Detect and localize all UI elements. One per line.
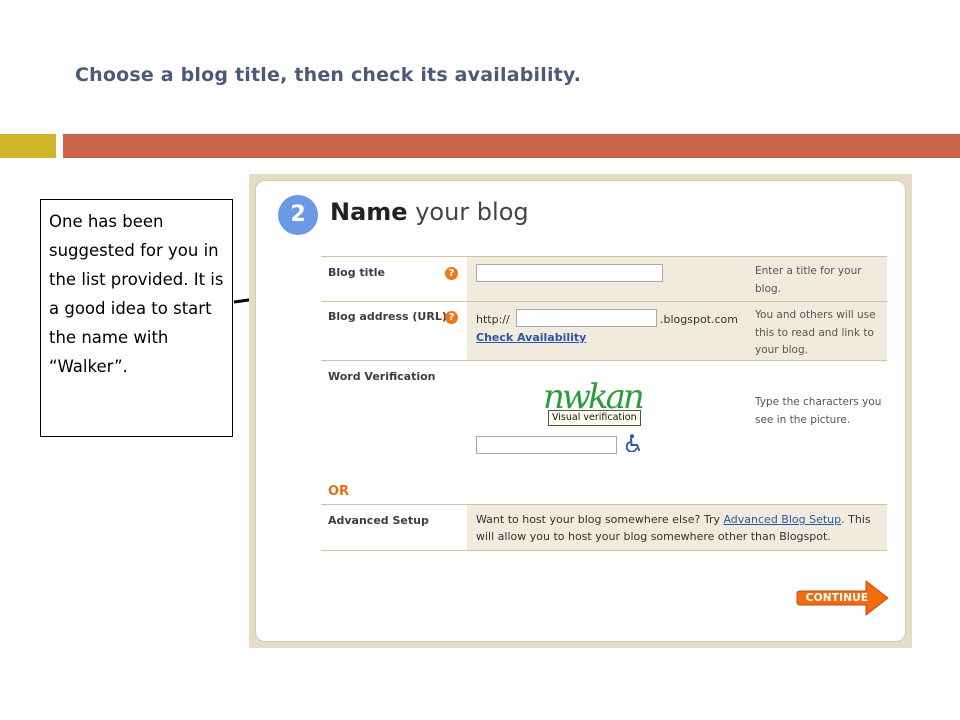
page-heading: Name your blog <box>330 198 529 226</box>
blog-title-hint: Enter a title for your blog. <box>755 265 862 295</box>
row-divider <box>321 550 887 551</box>
blog-address-label: Blog address (URL) <box>328 310 447 323</box>
blogger-screenshot: 2 Name your blog Blog title ? Enter a ti… <box>249 174 912 648</box>
callout-box: One has been suggested for you in the li… <box>40 199 233 437</box>
accent-bar-right <box>63 134 960 158</box>
blog-title-input[interactable] <box>476 264 663 282</box>
step-number-badge: 2 <box>278 195 318 235</box>
wheelchair-icon[interactable] <box>626 434 642 452</box>
check-availability-link[interactable]: Check Availability <box>476 331 586 344</box>
blog-title-label: Blog title <box>328 266 385 279</box>
word-verification-hint: Type the characters you see in the pictu… <box>755 396 882 426</box>
or-separator: OR <box>328 484 350 499</box>
advanced-setup-text: Want to host your blog somewhere else? T… <box>476 511 881 545</box>
word-verification-label: Word Verification <box>328 370 436 383</box>
heading-light: your blog <box>407 198 529 226</box>
row-divider <box>321 360 887 361</box>
advanced-text-part1: Want to host your blog somewhere else? T… <box>476 513 724 526</box>
captcha-tooltip: Visual verification <box>548 410 641 426</box>
row-divider <box>321 301 887 302</box>
blog-address-hint: You and others will use this to read and… <box>755 309 876 356</box>
advanced-blog-setup-link[interactable]: Advanced Blog Setup <box>723 513 841 526</box>
question-circle-icon[interactable]: ? <box>445 311 458 324</box>
heading-strong: Name <box>330 198 408 226</box>
word-verification-input[interactable] <box>476 436 617 454</box>
url-prefix: http:// <box>476 313 510 326</box>
name-your-blog-panel: 2 Name your blog Blog title ? Enter a ti… <box>255 180 906 642</box>
row-divider <box>321 504 887 505</box>
slide-title: Choose a blog title, then check its avai… <box>75 64 582 86</box>
continue-label: CONTINUE <box>805 592 869 604</box>
accent-bar-left <box>0 134 56 158</box>
question-circle-icon[interactable]: ? <box>445 267 458 280</box>
row-divider <box>321 256 887 257</box>
advanced-setup-label: Advanced Setup <box>328 514 429 527</box>
blog-address-input[interactable] <box>516 309 657 327</box>
url-suffix: .blogspot.com <box>660 313 738 326</box>
